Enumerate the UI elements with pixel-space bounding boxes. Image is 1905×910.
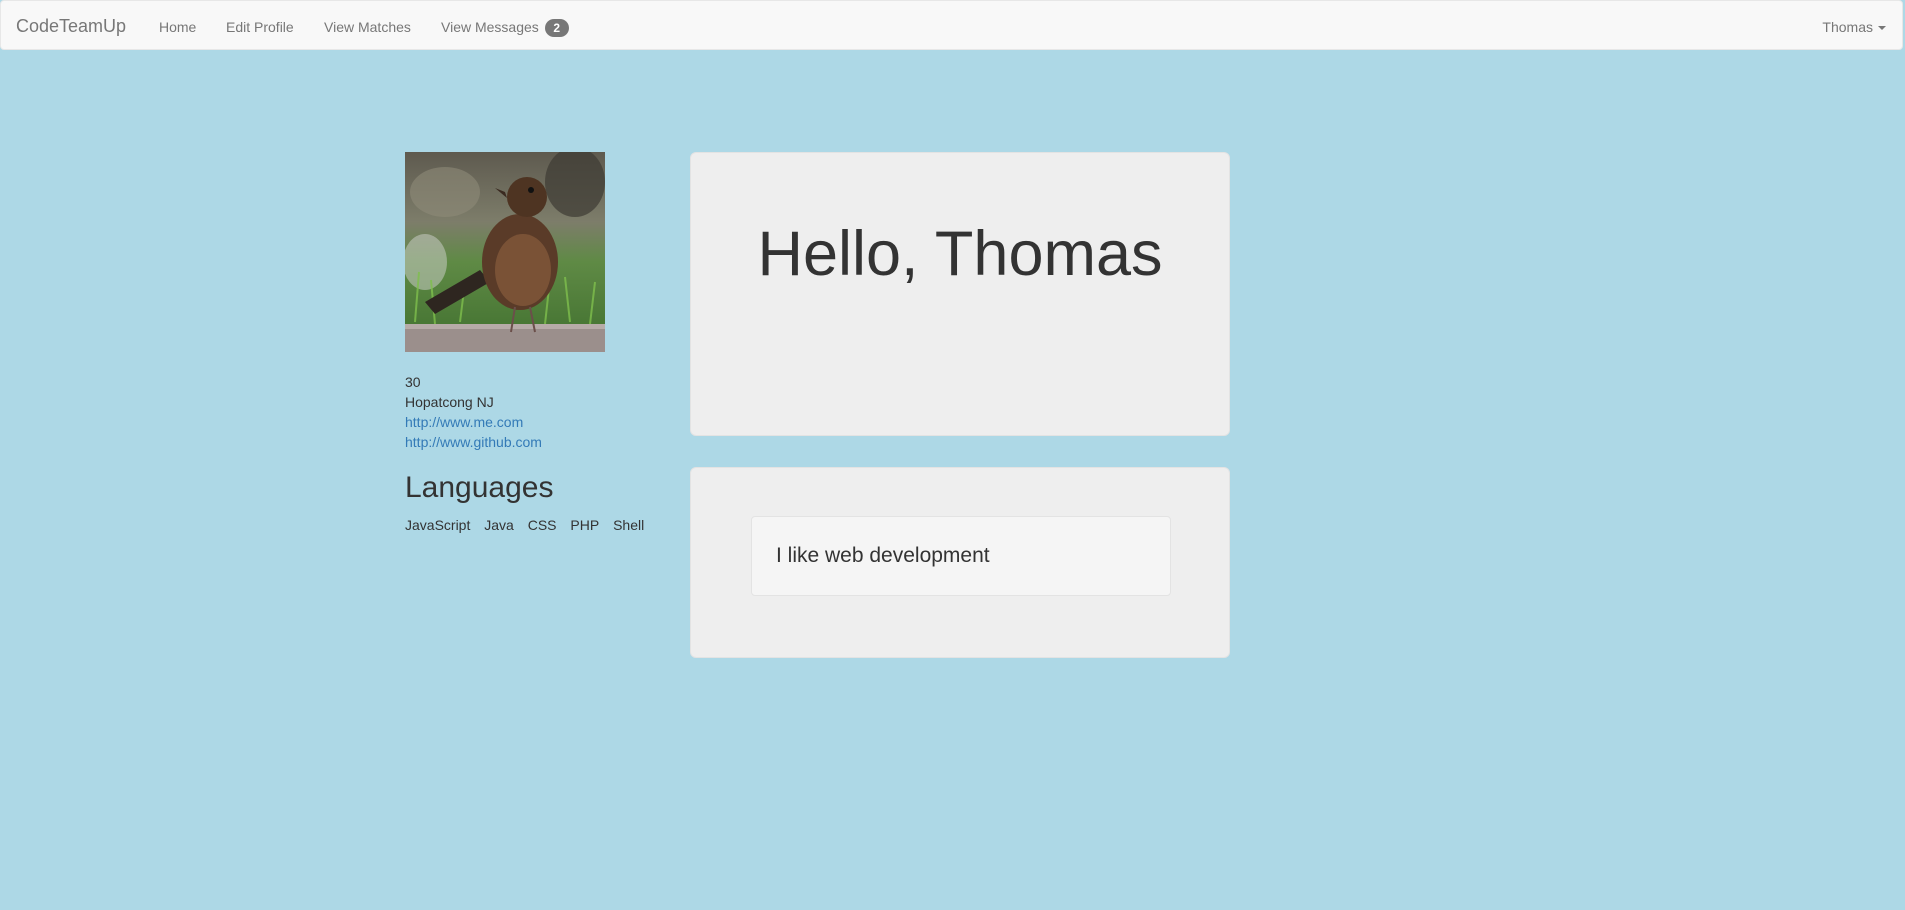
about-text: I like web development	[751, 516, 1171, 596]
top-navbar: CodeTeamUp Home Edit Profile View Matche…	[0, 0, 1903, 50]
profile-photo	[405, 152, 605, 352]
nav-view-messages-label: View Messages	[441, 19, 539, 35]
caret-down-icon	[1878, 26, 1886, 31]
messages-count-badge: 2	[544, 19, 569, 38]
language-item: Java	[484, 517, 514, 533]
github-link[interactable]: http://www.github.com	[405, 432, 542, 452]
profile-info: 30 Hopatcong NJ http://www.me.com http:/…	[405, 372, 542, 452]
languages-heading: Languages	[405, 471, 554, 504]
nav-home[interactable]: Home	[159, 17, 196, 37]
nav-view-messages[interactable]: View Messages 2	[441, 17, 569, 38]
bird-photo-icon	[405, 152, 605, 352]
brand-link[interactable]: CodeTeamUp	[16, 16, 126, 36]
nav-view-matches[interactable]: View Matches	[324, 17, 411, 37]
greeting-panel: Hello, Thomas	[690, 152, 1230, 436]
language-item: PHP	[570, 517, 600, 533]
user-dropdown[interactable]: Thomas	[1822, 17, 1886, 37]
user-name: Thomas	[1822, 19, 1873, 35]
greeting-heading: Hello, Thomas	[757, 219, 1163, 289]
nav-edit-profile[interactable]: Edit Profile	[226, 17, 294, 37]
profile-age: 30	[405, 374, 421, 390]
language-item: JavaScript	[405, 517, 471, 533]
languages-list: JavaScript Java CSS PHP Shell	[405, 515, 654, 535]
language-item: CSS	[527, 517, 557, 533]
website-link[interactable]: http://www.me.com	[405, 412, 542, 432]
profile-location: Hopatcong NJ	[405, 394, 494, 410]
about-panel: I like web development	[690, 467, 1230, 658]
language-item: Shell	[613, 517, 645, 533]
